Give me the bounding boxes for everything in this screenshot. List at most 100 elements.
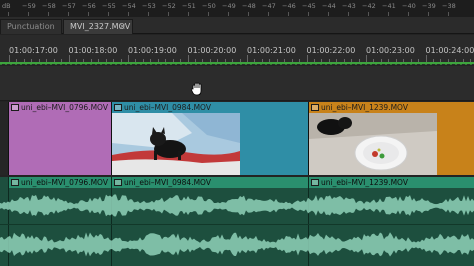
video-clip-0796[interactable]: uni_ebi–MVI_0796.MOV [8, 102, 111, 175]
meter-tick [408, 12, 409, 16]
meter-db-label: −46 [282, 2, 296, 10]
meter-tick [368, 12, 369, 16]
meter-db-label: −39 [422, 2, 436, 10]
clip-header: uni_ebi–MVI_0984.MOV [112, 102, 308, 113]
meter-db-label: −53 [142, 2, 156, 10]
meter-tick [388, 12, 389, 16]
tab-mvi-2327[interactable]: MVI_2327.MOV × [63, 19, 133, 34]
meter-tick [148, 12, 149, 16]
video-clip-1239[interactable]: uni_ebi–MVI_1239.MOV [308, 102, 474, 175]
ruler-tick [68, 55, 70, 62]
ruler-tick [247, 55, 248, 62]
clip-label: uni_ebi–MVI_0796.MOV [21, 103, 108, 112]
meter-tick [228, 12, 229, 16]
meter-db-label: −52 [162, 2, 176, 10]
meter-db-label: −55 [102, 2, 116, 10]
timecode-ruler[interactable]: 01:00:17:00 01:00:18:00 01:00:19:00 01:00:2… [0, 35, 474, 65]
fx-badge-icon [11, 104, 19, 111]
ruler-tick [187, 55, 189, 62]
ruler-tick [306, 55, 308, 62]
meter-tick [68, 12, 69, 16]
meter-tick [348, 12, 349, 16]
fx-badge-icon [114, 104, 122, 111]
fx-badge-icon [311, 104, 319, 111]
meter-db-label: −41 [382, 2, 396, 10]
meter-db-label: −54 [122, 2, 136, 10]
meter-db-label: −38 [442, 2, 456, 10]
tab-punctuation[interactable]: Punctuation [0, 19, 62, 34]
clip-label: uni_ebi–MVI_1239.MOV [321, 103, 408, 112]
meter-tick [328, 12, 329, 16]
timecode-label: 01:00:17:00 [9, 46, 58, 55]
clip-header: uni_ebi–MVI_1239.MOV [309, 102, 474, 113]
meter-tick [88, 12, 89, 16]
empty-video-track[interactable] [0, 66, 474, 101]
meter-db-label: dB [2, 2, 11, 10]
render-bar [0, 64, 474, 65]
clip-label: uni_ebi–MVI_0796.MOV [21, 178, 108, 187]
audio-meter-scale: dB −59 −58 −57 −56 −55 −54 −53 −52 −51 −50 −49 −48 −4… [0, 0, 474, 17]
meter-tick [428, 12, 429, 16]
meter-db-label: −43 [342, 2, 356, 10]
clip-header: uni_ebi–MVI_0796.MOV [9, 102, 111, 113]
tab-label: Punctuation [7, 22, 55, 31]
ruler-tick [9, 55, 10, 62]
meter-tick [168, 12, 169, 16]
meter-db-label: −50 [202, 2, 216, 10]
clip-header: uni_ebi–MVI_0984.MOV [112, 177, 309, 188]
hand-grab-icon [191, 82, 202, 96]
ruler-tick [425, 55, 427, 62]
meter-tick [108, 12, 109, 16]
tab-bar: Punctuation MVI_2327.MOV × [0, 17, 474, 34]
meter-db-label: −49 [222, 2, 236, 10]
meter-tick [268, 12, 269, 16]
waveform-shape [0, 232, 474, 257]
clip-header: uni_ebi–MVI_0796.MOV [9, 177, 112, 188]
clip-label: uni_ebi–MVI_0984.MOV [124, 103, 211, 112]
meter-db-label: −59 [22, 2, 36, 10]
meter-db-label: −56 [82, 2, 96, 10]
waveform-shape [0, 194, 474, 217]
timecode-label: 01:00:22:00 [306, 46, 356, 55]
meter-db-label: −48 [242, 2, 256, 10]
ruler-tick [128, 55, 129, 62]
channel-divider [0, 224, 474, 225]
video-thumbnail-kitten-with-bowl [309, 113, 437, 175]
clip-label: uni_ebi–MVI_0984.MOV [124, 178, 211, 187]
meter-tick [48, 12, 49, 16]
meter-db-label: −57 [62, 2, 76, 10]
meter-tick [288, 12, 289, 16]
timecode-label: 01:00:19:00 [128, 46, 177, 55]
meter-tick [208, 12, 209, 16]
audio-waveform-right [0, 232, 474, 257]
meter-tick [28, 12, 29, 16]
close-icon[interactable]: × [118, 20, 126, 34]
audio-waveform-left [0, 194, 474, 217]
video-thumbnail-kitten-on-blanket [112, 113, 240, 175]
timecode-label: 01:00:24:00 [425, 46, 474, 55]
fx-badge-icon [114, 179, 122, 186]
clip-header: uni_ebi–MVI_1239.MOV [309, 177, 474, 188]
meter-db-label: −45 [302, 2, 316, 10]
meter-db-label: −44 [322, 2, 336, 10]
timecode-label: 01:00:18:00 [68, 46, 118, 55]
clip-label: uni_ebi–MVI_1239.MOV [321, 178, 408, 187]
meter-db-label: −58 [42, 2, 56, 10]
meter-tick [248, 12, 249, 16]
video-track: uni_ebi–MVI_0796.MOV uni_ebi–MVI_0984.MO… [0, 102, 474, 175]
meter-db-label: −47 [262, 2, 276, 10]
meter-tick [188, 12, 189, 16]
meter-tick [8, 12, 9, 16]
meter-db-label: −51 [182, 2, 196, 10]
timecode-label: 01:00:23:00 [366, 46, 415, 55]
meter-tick [308, 12, 309, 16]
meter-tick [128, 12, 129, 16]
meter-tick [448, 12, 449, 16]
fx-badge-icon [11, 179, 19, 186]
fx-badge-icon [311, 179, 319, 186]
video-clip-0984[interactable]: uni_ebi–MVI_0984.MOV [111, 102, 308, 175]
timecode-label: 01:00:20:00 [187, 46, 237, 55]
meter-db-label: −40 [402, 2, 416, 10]
ruler-tick [366, 55, 367, 62]
timecode-label: 01:00:21:00 [247, 46, 296, 55]
